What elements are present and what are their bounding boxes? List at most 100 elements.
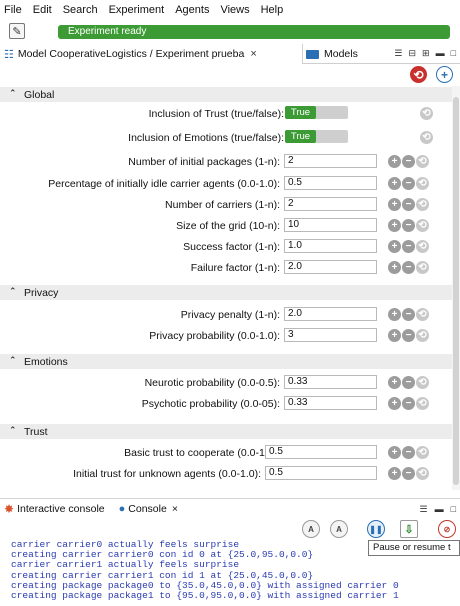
revert-icon[interactable]: ⟲ <box>416 261 429 274</box>
decrement-icon[interactable]: − <box>402 155 415 168</box>
psychotic-probability-input[interactable]: 0.33 <box>284 396 377 410</box>
section-global[interactable]: ⌃ Global <box>0 87 452 102</box>
param-label: Basic trust to cooperate (0.0-1.0): <box>124 447 280 459</box>
add-plus-icon[interactable]: + <box>436 66 453 83</box>
increment-icon[interactable]: + <box>388 155 401 168</box>
tab-models-label: Models <box>324 48 358 60</box>
success-factor-input[interactable]: 1.0 <box>284 239 377 253</box>
decrement-icon[interactable]: − <box>402 446 415 459</box>
decrement-icon[interactable]: − <box>402 261 415 274</box>
revert-icon[interactable]: ⟲ <box>416 155 429 168</box>
tab-console[interactable]: ● Console × <box>119 503 178 515</box>
revert-icon[interactable]: ⟲ <box>416 177 429 190</box>
decrement-icon[interactable]: − <box>402 240 415 253</box>
close-icon[interactable]: × <box>172 503 178 515</box>
initial-trust-input[interactable]: 0.5 <box>265 466 377 480</box>
revert-icon[interactable]: ⟲ <box>416 198 429 211</box>
emotions-toggle[interactable]: True <box>285 130 348 143</box>
decrement-icon[interactable]: − <box>402 219 415 232</box>
neurotic-probability-input[interactable]: 0.33 <box>284 375 377 389</box>
privacy-penalty-input[interactable]: 2.0 <box>284 307 377 321</box>
decrement-icon[interactable]: − <box>402 467 415 480</box>
increment-icon[interactable]: + <box>388 446 401 459</box>
section-emotions[interactable]: ⌃ Emotions <box>0 354 452 369</box>
increment-icon[interactable]: + <box>388 219 401 232</box>
menu-experiment[interactable]: Experiment <box>109 4 165 16</box>
revert-icon[interactable]: ⟲ <box>416 446 429 459</box>
idle-percentage-input[interactable]: 0.5 <box>284 176 377 190</box>
window-controls: ☰ ⊟ ⊞ ▬ □ <box>394 48 456 59</box>
zoom-in-text-icon[interactable]: A <box>302 520 320 538</box>
carriers-input[interactable]: 2 <box>284 197 377 211</box>
close-icon[interactable]: × <box>250 48 256 60</box>
menu-search[interactable]: Search <box>63 4 98 16</box>
section-privacy[interactable]: ⌃ Privacy <box>0 285 452 300</box>
revert-icon[interactable]: ⟲ <box>420 131 433 144</box>
pause-icon[interactable]: ❚❚ <box>367 520 385 538</box>
increment-icon[interactable]: + <box>388 397 401 410</box>
decrement-icon[interactable]: − <box>402 308 415 321</box>
download-icon[interactable]: ⇩ <box>400 520 418 538</box>
maximize-icon[interactable]: □ <box>451 48 456 59</box>
grid-size-input[interactable]: 10 <box>284 218 377 232</box>
tab-models[interactable]: Models <box>306 44 358 64</box>
revert-icon[interactable]: ⟲ <box>416 397 429 410</box>
revert-icon[interactable]: ⟲ <box>420 107 433 120</box>
increment-icon[interactable]: + <box>388 376 401 389</box>
decrement-icon[interactable]: − <box>402 376 415 389</box>
expand-icon[interactable]: ⊞ <box>422 48 430 59</box>
revert-icon[interactable]: ⟲ <box>416 240 429 253</box>
menu-agents[interactable]: Agents <box>175 4 209 16</box>
menu-edit[interactable]: Edit <box>33 4 52 16</box>
maximize-icon[interactable]: □ <box>451 504 456 515</box>
increment-icon[interactable]: + <box>388 261 401 274</box>
param-label: Inclusion of Trust (true/false): <box>148 108 284 120</box>
tab-console-label: Console <box>128 502 167 515</box>
failure-factor-input[interactable]: 2.0 <box>284 260 377 274</box>
minimize-icon[interactable]: ▬ <box>436 48 445 59</box>
privacy-probability-input[interactable]: 3 <box>284 328 377 342</box>
increment-icon[interactable]: + <box>388 467 401 480</box>
zoom-out-text-icon[interactable]: A <box>330 520 348 538</box>
revert-icon[interactable]: ⟲ <box>416 467 429 480</box>
scrollbar-thumb[interactable] <box>453 97 459 485</box>
section-title: Emotions <box>24 355 68 368</box>
trust-toggle[interactable]: True <box>285 106 348 119</box>
revert-icon[interactable]: ⟲ <box>416 376 429 389</box>
menu-help[interactable]: Help <box>261 4 284 16</box>
tab-interactive-console[interactable]: ✸ Interactive console <box>4 502 105 516</box>
decrement-icon[interactable]: − <box>402 329 415 342</box>
param-row-psychotic: Psychotic probability (0.0-05): 0.33 + −… <box>0 394 452 414</box>
revert-icon[interactable]: ⟲ <box>416 219 429 232</box>
increment-icon[interactable]: + <box>388 240 401 253</box>
view-menu-icon[interactable]: ☰ <box>394 48 402 59</box>
param-label: Inclusion of Emotions (true/false): <box>128 132 284 144</box>
clear-console-icon[interactable]: ⊘ <box>438 520 456 538</box>
tab-model-label: Model CooperativeLogistics / Experiment … <box>17 48 245 60</box>
back-arrow-icon[interactable]: ⟲ <box>410 66 427 83</box>
param-row-carriers: Number of carriers (1-n): 2 + − ⟲ <box>0 195 452 215</box>
decrement-icon[interactable]: − <box>402 177 415 190</box>
increment-icon[interactable]: + <box>388 308 401 321</box>
param-label: Number of initial packages (1-n): <box>128 156 280 168</box>
menu-file[interactable]: File <box>4 4 22 16</box>
tab-model-experiment[interactable]: ☷ Model CooperativeLogistics / Experimen… <box>0 44 303 64</box>
param-row-basic-trust: Basic trust to cooperate (0.0-1.0): 0.5 … <box>0 443 452 463</box>
basic-trust-input[interactable]: 0.5 <box>265 445 377 459</box>
decrement-icon[interactable]: − <box>402 397 415 410</box>
collapse-icon[interactable]: ⊟ <box>408 48 416 59</box>
edit-pencil-icon[interactable]: ✎ <box>9 23 25 39</box>
decrement-icon[interactable]: − <box>402 198 415 211</box>
packages-input[interactable]: 2 <box>284 154 377 168</box>
view-menu-icon[interactable]: ☰ <box>419 504 427 515</box>
revert-icon[interactable]: ⟲ <box>416 308 429 321</box>
menu-views[interactable]: Views <box>220 4 249 16</box>
tab-interactive-console-label: Interactive console <box>17 502 105 515</box>
toolbar: ✎ Experiment ready <box>0 20 460 42</box>
revert-icon[interactable]: ⟲ <box>416 329 429 342</box>
minimize-icon[interactable]: ▬ <box>435 504 444 515</box>
increment-icon[interactable]: + <box>388 177 401 190</box>
increment-icon[interactable]: + <box>388 198 401 211</box>
section-trust[interactable]: ⌃ Trust <box>0 424 452 439</box>
increment-icon[interactable]: + <box>388 329 401 342</box>
